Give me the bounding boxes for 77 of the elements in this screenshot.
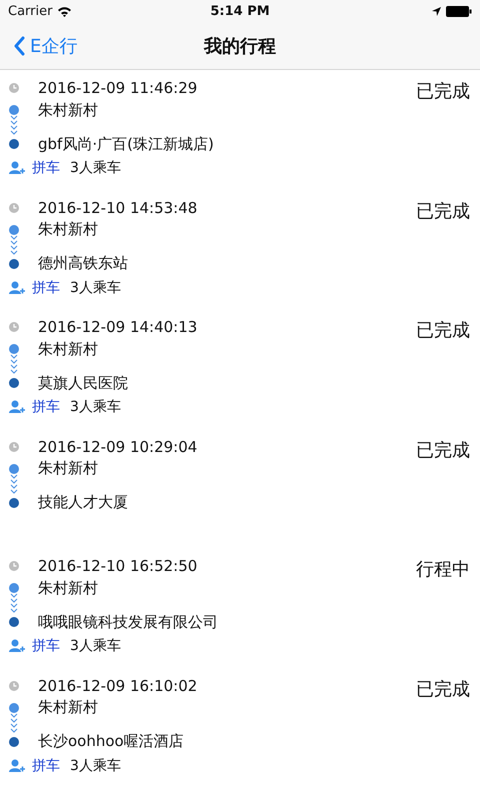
add-user-icon [9, 400, 25, 414]
trip-item[interactable]: 2016-12-09 16:10:02 朱村新村 长沙oohhoo喔活酒店 拼车 3人乘车 已完成 [0, 674, 480, 794]
add-user-icon [9, 758, 25, 772]
trip-status: 已完成 [416, 678, 470, 700]
chevrons-icon [10, 712, 18, 732]
end-dot-icon [9, 498, 19, 508]
start-dot-icon [9, 464, 19, 474]
clock-icon [9, 680, 19, 690]
trip-time: 2016-12-10 16:52:50 [38, 557, 198, 575]
carpool-label: 拼车 [32, 398, 60, 416]
trip-item[interactable]: 2016-12-09 11:46:29 朱村新村 gbf风尚·广百(珠江新城店) 拼车 3人乘车 已完成 [0, 77, 480, 196]
carpool-label: 拼车 [32, 159, 60, 177]
trip-time: 2016-12-09 10:29:04 [38, 438, 198, 456]
carpool-label: 拼车 [32, 756, 60, 774]
end-dot-icon [9, 139, 19, 149]
clock-icon [9, 202, 19, 212]
trip-item[interactable]: 2016-12-09 14:40:13 朱村新村 莫旗人民医院 拼车 3人乘车 已完成 [0, 316, 480, 436]
carpool-label: 拼车 [32, 278, 60, 296]
trip-item[interactable]: 2016-12-10 16:52:50 朱村新村 哦哦眼镜科技发展有限公司 拼车 3人乘车 行程中 [0, 555, 480, 674]
passenger-count: 3人乘车 [70, 756, 121, 774]
start-dot-icon [9, 344, 19, 354]
page-title: 我的行程 [202, 34, 277, 58]
add-user-icon [9, 639, 25, 653]
battery-icon [446, 6, 472, 16]
clock-icon [9, 442, 19, 452]
end-dot-icon [9, 617, 19, 627]
end-dot-icon [9, 258, 19, 268]
chevrons-icon [10, 234, 18, 254]
start-location: 朱村新村 [38, 340, 98, 358]
start-dot-icon [9, 583, 19, 593]
status-time: 5:14 PM [209, 4, 271, 18]
back-chevron-icon [14, 36, 25, 56]
trip-item[interactable]: 2016-12-10 14:53:48 朱村新村 德州高铁东站 拼车 3人乘车 已完成 [0, 196, 480, 316]
passenger-count: 3人乘车 [70, 637, 121, 655]
start-location: 朱村新村 [38, 459, 98, 478]
start-dot-icon [9, 702, 19, 712]
chevrons-icon [10, 593, 18, 613]
end-dot-icon [9, 378, 19, 388]
clock-icon [9, 83, 19, 93]
passenger-count: 3人乘车 [70, 159, 121, 177]
add-user-icon [9, 161, 25, 175]
trip-status: 已完成 [416, 438, 470, 462]
start-location: 朱村新村 [38, 578, 98, 598]
start-dot-icon [9, 105, 19, 115]
end-location: 长沙oohhoo喔活酒店 [38, 732, 184, 751]
trip-time: 2016-12-09 14:40:13 [38, 318, 198, 336]
add-user-icon [9, 280, 25, 294]
end-location: 哦哦眼镜科技发展有限公司 [38, 612, 218, 632]
clock-icon [9, 322, 19, 332]
end-location: 技能人才大厦 [38, 493, 128, 512]
trip-status: 已完成 [416, 80, 470, 103]
start-dot-icon [9, 224, 19, 234]
trip-status: 已完成 [416, 200, 470, 222]
carrier-label: Carrier [8, 4, 52, 18]
start-location: 朱村新村 [38, 698, 98, 717]
trip-time: 2016-12-09 16:10:02 [38, 676, 198, 694]
location-arrow-icon [432, 6, 441, 16]
trip-time: 2016-12-09 11:46:29 [38, 79, 198, 97]
carpool-label: 拼车 [32, 637, 60, 655]
end-location: 德州高铁东站 [38, 254, 128, 273]
back-button[interactable]: E企行 [0, 34, 78, 58]
start-location: 朱村新村 [38, 100, 98, 120]
chevrons-icon [10, 115, 18, 135]
end-dot-icon [9, 736, 19, 746]
trip-status: 行程中 [416, 558, 470, 581]
clock-icon [9, 561, 19, 571]
wifi-icon [57, 6, 72, 16]
trip-time: 2016-12-10 14:53:48 [38, 198, 198, 216]
passenger-count: 3人乘车 [70, 278, 121, 296]
end-location: 莫旗人民医院 [38, 374, 128, 392]
start-location: 朱村新村 [38, 220, 98, 239]
chevrons-icon [10, 354, 18, 374]
trip-item[interactable]: 2016-12-09 10:29:04 朱村新村 技能人才大厦 已完成 [0, 436, 480, 555]
trip-status: 已完成 [416, 319, 470, 342]
passenger-count: 3人乘车 [70, 398, 121, 416]
chevrons-icon [10, 474, 18, 494]
end-location: gbf风尚·广百(珠江新城店) [38, 134, 214, 154]
